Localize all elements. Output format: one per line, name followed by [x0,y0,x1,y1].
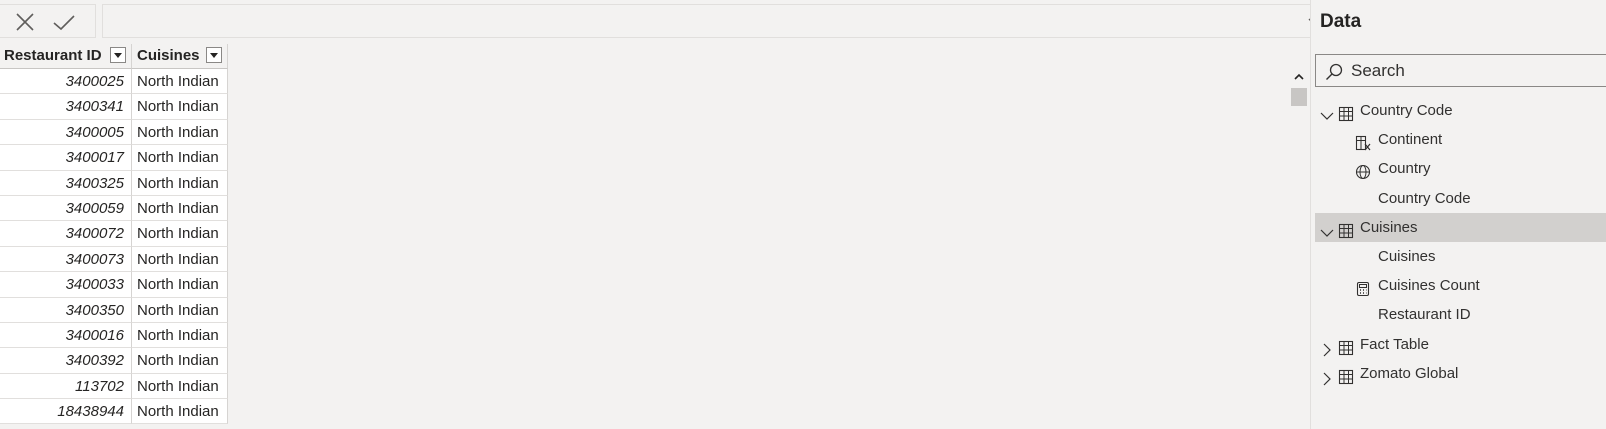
table-row: 3400005 North Indian [0,119,228,146]
table-header: Restaurant ID Cuisines [0,44,228,69]
cell-cuisines[interactable]: North Indian [132,322,228,349]
cell-cuisines[interactable]: North Indian [132,145,228,171]
table-item-country-code[interactable]: Country Code [1315,96,1606,125]
tree-item-label: Zomato Global [1360,364,1459,382]
data-pane: Data Search Country Code Continent Country… [1310,0,1606,429]
field-item-continent[interactable]: Continent [1315,125,1606,154]
field-item-cuisines[interactable]: Cuisines [1315,242,1606,271]
table-item-cuisines[interactable]: Cuisines [1315,212,1606,242]
table-row: 3400392 North Indian [0,348,228,374]
table-item-zomato-global[interactable]: Zomato Global [1315,359,1606,388]
cell-restaurant-id[interactable]: 3400025 [0,69,132,95]
cell-restaurant-id[interactable]: 3400325 [0,170,132,196]
cell-cuisines[interactable]: North Indian [132,69,228,95]
close-icon[interactable] [14,11,36,33]
pane-title: Data [1320,11,1362,32]
formula-input[interactable] [102,4,1335,38]
cell-restaurant-id[interactable]: 113702 [0,373,132,400]
data-table: Restaurant ID Cuisines 3400025 North Indi… [0,44,228,425]
chevron-down-icon[interactable] [1320,221,1334,237]
cell-restaurant-id[interactable]: 3400016 [0,322,132,349]
table-row: 3400073 North Indian [0,246,228,273]
table-row: 3400017 North Indian [0,145,228,171]
cell-cuisines[interactable]: North Indian [132,195,228,222]
filter-dropdown-icon[interactable] [206,47,222,63]
tree-item-label: Fact Table [1360,335,1429,353]
table-icon [1338,337,1354,355]
column-header-restaurant-id[interactable]: Restaurant ID [0,44,132,69]
table-row: 3400325 North Indian [0,170,228,196]
search-icon [1325,63,1343,81]
cell-restaurant-id[interactable]: 18438944 [0,399,132,425]
tree-item-label: Country [1378,160,1431,178]
cell-cuisines[interactable]: North Indian [132,246,228,273]
chevron-right-icon[interactable] [1320,367,1334,386]
table-icon [1338,220,1354,238]
search-input[interactable]: Search [1315,54,1606,87]
cell-restaurant-id[interactable]: 3400072 [0,221,132,247]
field-item-country-code[interactable]: Country Code [1315,184,1606,213]
chevron-right-icon[interactable] [1320,338,1334,356]
cell-restaurant-id[interactable]: 3400017 [0,145,132,171]
table-icon [1338,103,1354,122]
table-row: 113702 North Indian [0,373,228,400]
table-row: 3400016 North Indian [0,322,228,349]
cell-cuisines[interactable]: North Indian [132,94,228,120]
cell-restaurant-id[interactable]: 3400350 [0,297,132,323]
cell-cuisines[interactable]: North Indian [132,272,228,298]
checkmark-icon[interactable] [52,11,75,33]
cell-cuisines[interactable]: North Indian [132,373,228,400]
cell-cuisines[interactable]: North Indian [132,297,228,323]
table-item-fact-table[interactable]: Fact Table [1315,330,1606,359]
table-icon [1338,366,1354,384]
table-row: 3400033 North Indian [0,272,228,298]
cell-cuisines[interactable]: North Indian [132,348,228,374]
cell-restaurant-id[interactable]: 3400392 [0,348,132,374]
scrollbar-thumb[interactable] [1291,88,1307,106]
field-item-cuisines-count[interactable]: Cuisines Count [1315,271,1606,300]
tree-item-label: Cuisines [1378,247,1436,265]
column-header-label: Restaurant ID [4,47,102,64]
table-row: 3400059 North Indian [0,195,228,222]
formula-bar [0,0,1340,38]
tree-item-label: Cuisines [1360,218,1418,236]
column-header-cuisines[interactable]: Cuisines [132,44,228,69]
table-row: 3400341 North Indian [0,94,228,120]
scroll-up-icon[interactable] [1293,70,1305,82]
table-row: 3400350 North Indian [0,297,228,323]
column-header-label: Cuisines [137,47,200,64]
globe-icon [1355,161,1371,180]
filter-dropdown-icon[interactable] [110,47,126,63]
vertical-scrollbar[interactable] [1290,68,1308,429]
calculated-column-icon [1355,132,1371,151]
tree-item-label: Continent [1378,131,1443,149]
cell-restaurant-id[interactable]: 3400033 [0,272,132,298]
field-list: Country Code Continent Country Country Code… [1315,96,1606,388]
cell-cuisines[interactable]: North Indian [132,170,228,196]
search-placeholder: Search [1351,61,1405,80]
calculator-icon [1355,278,1371,297]
tree-item-label: Restaurant ID [1378,306,1471,324]
tree-item-label: Cuisines Count [1378,277,1480,295]
table-row: 18438944 North Indian [0,399,228,425]
tree-item-label: Country Code [1360,102,1453,119]
table-row: 3400072 North Indian [0,221,228,247]
formula-buttons [0,4,96,38]
tree-item-label: Country Code [1378,189,1471,207]
cell-cuisines[interactable]: North Indian [132,399,228,425]
table-row: 3400025 North Indian [0,69,228,95]
cell-restaurant-id[interactable]: 3400059 [0,195,132,222]
cell-cuisines[interactable]: North Indian [132,221,228,247]
cell-restaurant-id[interactable]: 3400341 [0,94,132,120]
chevron-down-icon[interactable] [1320,104,1334,120]
cell-cuisines[interactable]: North Indian [132,119,228,146]
cell-restaurant-id[interactable]: 3400005 [0,119,132,146]
table-body: 3400025 North Indian 3400341 North Indian 34… [0,69,228,425]
field-item-country[interactable]: Country [1315,154,1606,183]
cell-restaurant-id[interactable]: 3400073 [0,246,132,273]
field-item-restaurant-id[interactable]: Restaurant ID [1315,300,1606,329]
